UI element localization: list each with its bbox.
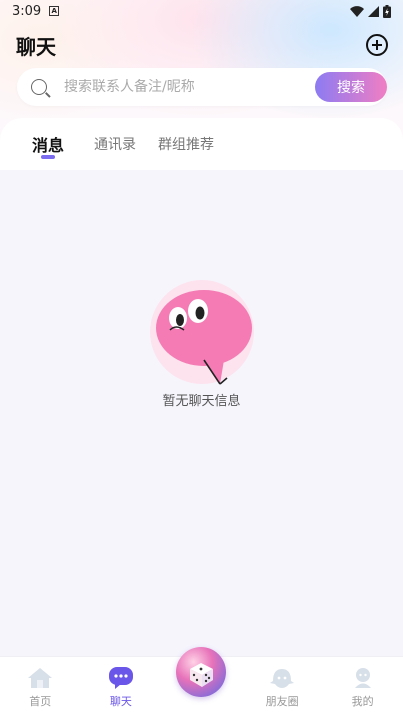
nav-label: 聊天	[109, 695, 132, 708]
nav-label: 我的	[351, 695, 374, 708]
battery-icon	[383, 4, 391, 18]
home-icon	[28, 668, 53, 688]
search-bar: 搜索	[17, 68, 387, 106]
tabs: 消息 通讯录 群组推荐	[0, 118, 214, 170]
tab-messages[interactable]: 消息	[32, 118, 64, 170]
profile-icon	[354, 668, 371, 688]
tab-label: 消息	[32, 136, 65, 155]
status-icons	[350, 4, 391, 18]
tab-indicator	[41, 155, 55, 159]
center-slot	[161, 647, 242, 716]
dice-icon	[190, 663, 214, 687]
nav-item-profile[interactable]: 我的	[322, 657, 403, 716]
chat-icon	[108, 667, 133, 689]
search-input[interactable]	[64, 79, 294, 95]
header: 聊天	[16, 30, 388, 60]
page-title: 聊天	[16, 31, 58, 60]
tab-group-recommend[interactable]: 群组推荐	[158, 118, 214, 170]
empty-state-text: 暂无聊天信息	[162, 394, 241, 409]
empty-state: 暂无聊天信息	[0, 280, 403, 409]
search-icon	[31, 79, 47, 95]
nav-label: 首页	[29, 695, 52, 708]
nav-item-home[interactable]: 首页	[0, 657, 81, 716]
ghost-icon	[270, 669, 295, 688]
tab-label: 通讯录	[94, 137, 137, 153]
tab-contacts[interactable]: 通讯录	[94, 118, 136, 170]
tab-bar-card: 消息 通讯录 群组推荐	[0, 118, 403, 170]
nav-item-chat[interactable]: 聊天	[81, 657, 162, 716]
page-title-text: 聊天	[16, 34, 56, 59]
nav-item-moments[interactable]: 朋友圈	[242, 657, 323, 716]
nav-label: 朋友圈	[265, 695, 299, 708]
status-time: 3:09	[12, 3, 42, 19]
wifi-icon	[350, 5, 364, 17]
signal-icon	[368, 5, 379, 17]
status-bar: 3:09 A	[0, 0, 403, 22]
tab-label: 群组推荐	[158, 137, 215, 153]
sad-chat-bubble-icon	[149, 280, 254, 385]
bottom-nav: 首页 聊天 朋友圈 我的	[0, 647, 403, 716]
dice-button[interactable]	[176, 647, 227, 697]
notification-a-icon: A	[49, 6, 60, 16]
search-button[interactable]: 搜索	[315, 72, 387, 102]
add-button[interactable]	[366, 34, 388, 56]
